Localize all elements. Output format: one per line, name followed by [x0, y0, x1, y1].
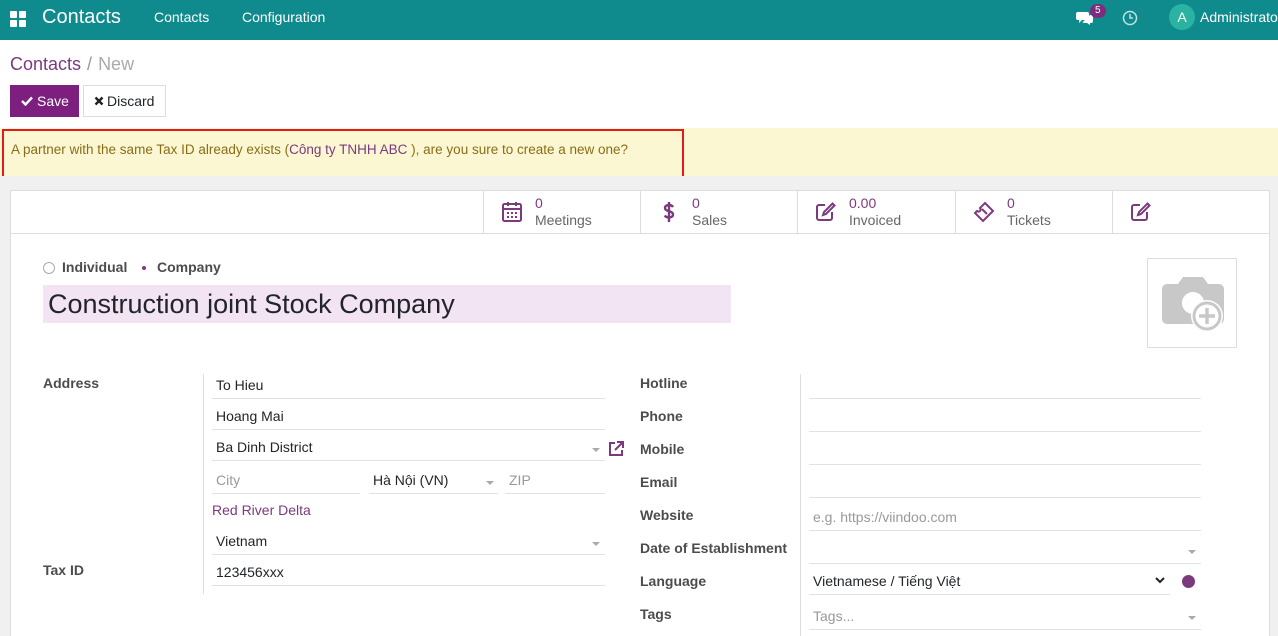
invoiced-amount: 0.00 [849, 195, 877, 211]
dollar-icon [663, 202, 675, 222]
invoiced-label: Invoiced [849, 212, 902, 228]
image-upload[interactable] [1147, 258, 1237, 348]
menu-configuration[interactable]: Configuration [242, 9, 325, 25]
tickets-smart-button[interactable]: 0 Tickets [955, 190, 1112, 233]
calendar-icon [502, 202, 522, 222]
tags-input[interactable]: Tags... [809, 605, 1201, 630]
user-avatar[interactable]: A [1169, 4, 1195, 30]
state-dropdown-caret[interactable] [486, 481, 494, 485]
menu-contacts[interactable]: Contacts [154, 9, 209, 25]
tickets-label: Tickets [1007, 212, 1051, 228]
country-select[interactable]: Vietnam [212, 530, 605, 555]
apps-grid-icon[interactable] [10, 11, 26, 27]
ticket-icon [973, 201, 995, 223]
app-brand[interactable]: Contacts [42, 6, 121, 29]
hotline-label: Hotline [640, 375, 688, 391]
language-select[interactable]: Vietnamese / Tiếng Việt [809, 570, 1170, 595]
check-icon [21, 96, 33, 107]
meetings-count: 0 [535, 195, 543, 211]
clock-icon[interactable] [1122, 10, 1138, 26]
duplicate-tax-alert: A partner with the same Tax ID already e… [0, 128, 1278, 180]
smart-buttons-bar: 0 Meetings 0 Sales 0.00 Invoiced 0 Ticke… [10, 190, 1270, 234]
address-label: Address [43, 375, 100, 391]
meetings-smart-button[interactable]: 0 Meetings [483, 190, 640, 233]
sales-count: 0 [692, 195, 700, 211]
website-label: Website [640, 507, 694, 523]
save-button-label: Save [37, 93, 69, 109]
user-name[interactable]: Administrator [1200, 9, 1278, 25]
sales-label: Sales [692, 212, 728, 228]
chat-count-badge: 5 [1090, 4, 1106, 18]
edit-icon [1131, 202, 1151, 221]
invoiced-smart-button[interactable]: 0.00 Invoiced [797, 190, 955, 233]
district-dropdown-caret[interactable] [592, 448, 600, 452]
email-input[interactable] [809, 473, 1201, 498]
meetings-label: Meetings [535, 212, 592, 228]
camera-plus-icon [1162, 277, 1224, 332]
hotline-input[interactable] [809, 374, 1201, 399]
tags-label: Tags [640, 606, 672, 622]
email-label: Email [640, 474, 678, 490]
individual-radio[interactable] [43, 262, 55, 274]
region-link[interactable]: Red River Delta [212, 502, 311, 518]
sales-smart-button[interactable]: 0 Sales [640, 190, 797, 233]
tax-id-label: Tax ID [43, 562, 84, 578]
phone-input[interactable] [809, 407, 1201, 432]
top-navbar: Contacts Contacts Configuration 5 A Admi… [0, 0, 1278, 40]
close-icon [94, 96, 104, 106]
tax-id-input[interactable]: 123456xxx [212, 561, 605, 586]
discard-button-label: Discard [107, 93, 155, 109]
left-group-divider [203, 374, 204, 594]
breadcrumb-contacts-link[interactable]: Contacts [10, 54, 81, 74]
website-input[interactable]: e.g. https://viindoo.com [809, 506, 1201, 531]
establishment-date-input[interactable] [809, 539, 1201, 564]
phone-label: Phone [640, 408, 683, 424]
edit-smart-button[interactable] [1112, 190, 1270, 233]
district-select[interactable]: Ba Dinh District [212, 436, 605, 461]
breadcrumb-current: New [98, 54, 135, 74]
street-input[interactable]: To Hieu [212, 374, 605, 399]
chevron-down-icon[interactable] [1155, 575, 1165, 585]
company-radio[interactable] [138, 262, 150, 274]
state-select[interactable]: Hà Nội (VN) [369, 469, 498, 494]
date-dropdown-caret[interactable] [1188, 550, 1196, 554]
establishment-date-label: Date of Establishment [640, 540, 788, 556]
city-input[interactable]: City [212, 469, 360, 494]
company-radio-label[interactable]: Company [157, 259, 221, 275]
partner-name-input[interactable]: Construction joint Stock Company [43, 285, 731, 323]
save-button[interactable]: Save [10, 85, 79, 117]
country-dropdown-caret[interactable] [592, 542, 600, 546]
tags-dropdown-caret[interactable] [1188, 616, 1196, 620]
globe-icon[interactable] [1182, 575, 1195, 588]
breadcrumb: Contacts / New [10, 54, 134, 75]
alert-highlight-box [2, 129, 684, 180]
street2-input[interactable]: Hoang Mai [212, 405, 605, 430]
tickets-count: 0 [1007, 195, 1015, 211]
breadcrumb-separator: / [87, 54, 93, 74]
discard-button[interactable]: Discard [83, 85, 166, 117]
right-group-divider [800, 374, 801, 636]
language-label: Language [640, 573, 707, 589]
control-panel: Contacts / New Save Discard [0, 40, 1278, 128]
mobile-input[interactable] [809, 440, 1201, 465]
individual-radio-label[interactable]: Individual [62, 259, 127, 275]
zip-input[interactable]: ZIP [505, 469, 605, 494]
external-link-icon[interactable] [607, 440, 625, 458]
pencil-square-icon [816, 202, 836, 221]
mobile-label: Mobile [640, 441, 685, 457]
